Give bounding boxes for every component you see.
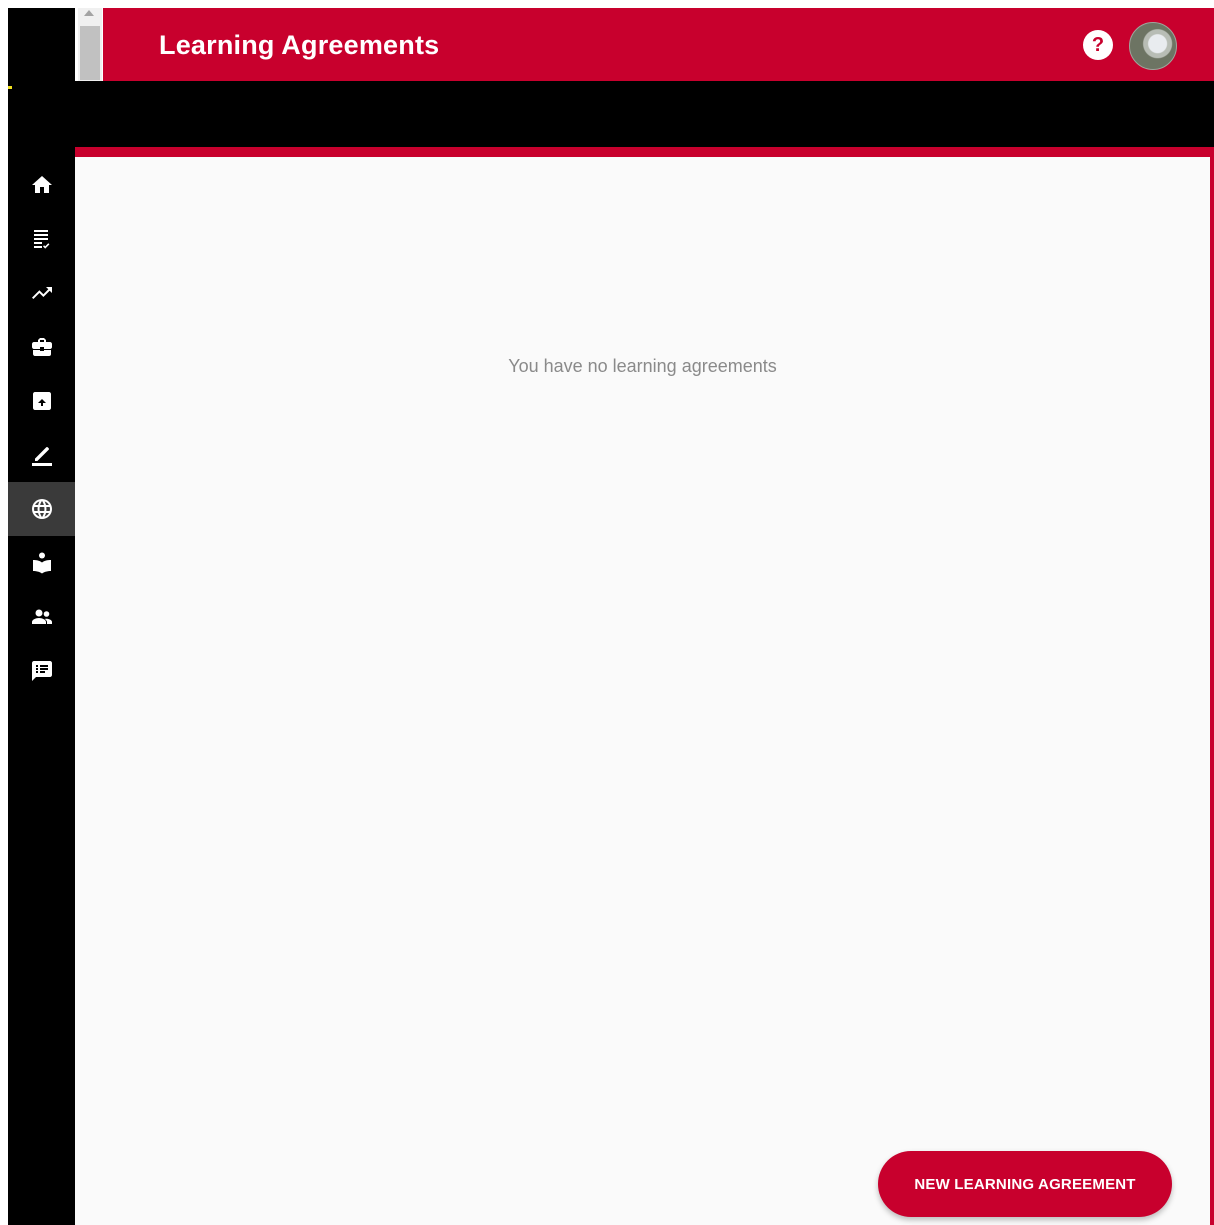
scrollbar-thumb[interactable] bbox=[80, 26, 100, 80]
home-icon bbox=[31, 176, 52, 193]
sidebar-item-international[interactable] bbox=[8, 482, 75, 536]
right-accent-border bbox=[1210, 147, 1214, 1225]
sidebar-item-work[interactable] bbox=[8, 320, 75, 374]
sidebar-item-archive[interactable] bbox=[8, 374, 75, 428]
page-title: Learning Agreements bbox=[159, 30, 440, 60]
sidebar-item-progress[interactable] bbox=[8, 266, 75, 320]
app-window: Learning Agreements ? You have no learni… bbox=[0, 0, 1214, 1225]
header-band bbox=[75, 81, 1214, 147]
sidebar-item-studies[interactable] bbox=[8, 536, 75, 590]
new-learning-agreement-button[interactable]: NEW LEARNING AGREEMENT bbox=[878, 1151, 1172, 1217]
sidebar-item-feedback[interactable] bbox=[8, 644, 75, 698]
people-icon bbox=[31, 609, 52, 624]
app-header: Learning Agreements ? bbox=[103, 8, 1214, 81]
checklist-icon bbox=[33, 230, 49, 249]
header-accent-stripe bbox=[75, 147, 1210, 157]
briefcase-icon bbox=[31, 338, 52, 356]
scroll-up-arrow-icon[interactable] bbox=[84, 10, 94, 16]
feedback-list-icon bbox=[31, 661, 52, 681]
help-icon: ? bbox=[1091, 33, 1105, 56]
user-avatar[interactable] bbox=[1129, 22, 1177, 70]
archive-icon bbox=[32, 392, 51, 410]
sidebar-nav bbox=[8, 158, 75, 698]
reading-person-icon bbox=[32, 552, 51, 574]
edit-pencil-icon bbox=[31, 447, 52, 466]
sidebar-item-checklist[interactable] bbox=[8, 212, 75, 266]
sidebar-item-home[interactable] bbox=[8, 158, 75, 212]
help-button[interactable]: ? bbox=[1083, 30, 1113, 60]
globe-icon bbox=[31, 499, 52, 519]
decorative-marker bbox=[8, 86, 12, 89]
trending-up-icon bbox=[31, 287, 52, 299]
sidebar-item-edit[interactable] bbox=[8, 428, 75, 482]
sidebar-item-people[interactable] bbox=[8, 590, 75, 644]
empty-state-message: You have no learning agreements bbox=[508, 356, 777, 376]
main-content: You have no learning agreements bbox=[75, 157, 1210, 1225]
